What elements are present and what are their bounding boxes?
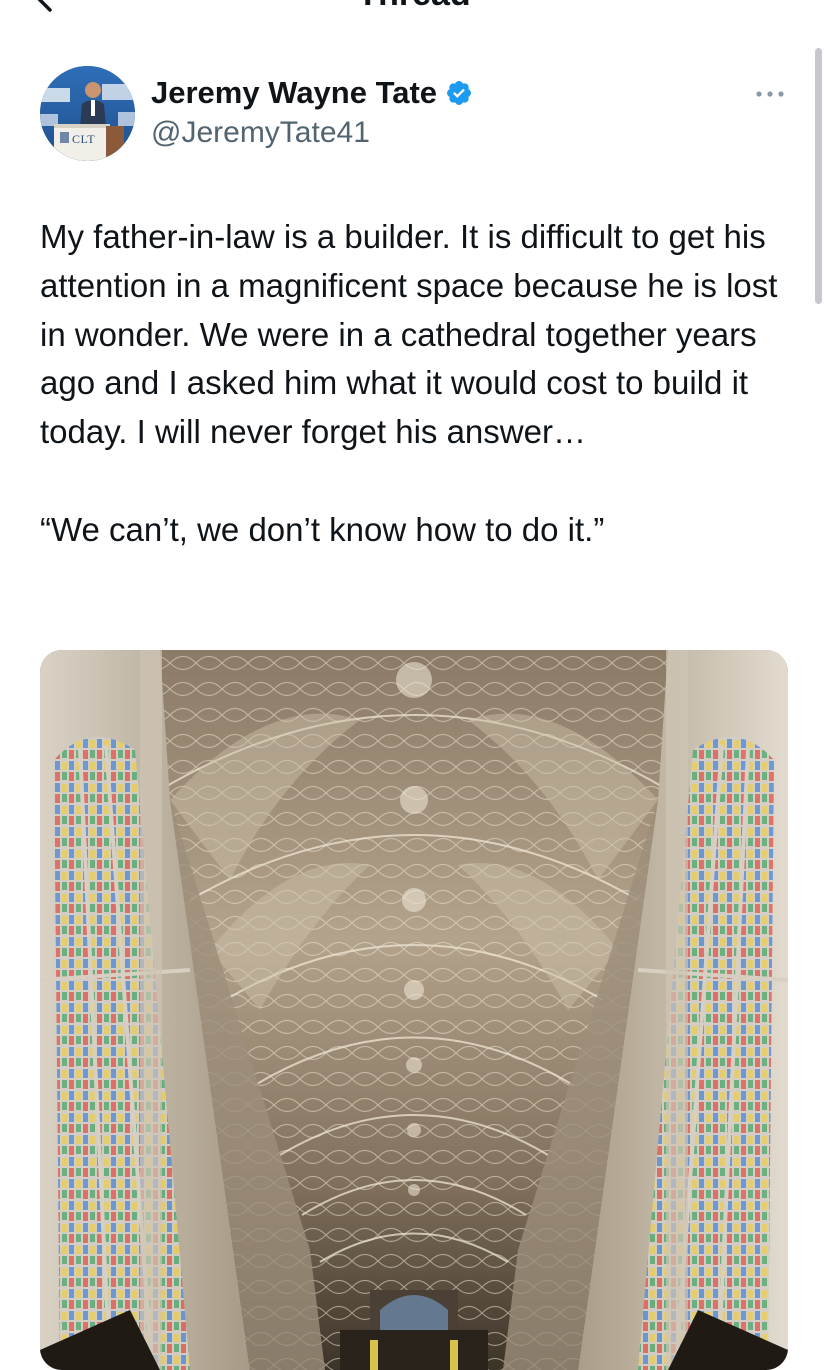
author-avatar[interactable]: CLT bbox=[40, 66, 135, 161]
author-handle[interactable]: @JeremyTate41 bbox=[151, 114, 370, 152]
tweet-text: My father-in-law is a builder. It is dif… bbox=[40, 213, 800, 555]
more-horizontal-icon[interactable] bbox=[752, 84, 788, 104]
scrollbar[interactable] bbox=[815, 48, 822, 304]
tweet-media-photo[interactable] bbox=[40, 650, 788, 1370]
tweet-paragraph: My father-in-law is a builder. It is dif… bbox=[40, 218, 778, 451]
tweet-paragraph-quote: “We can’t, we don’t know how to do it.” bbox=[40, 510, 605, 548]
avatar-sign-text: CLT bbox=[72, 132, 96, 146]
author-name[interactable]: Jeremy Wayne Tate bbox=[151, 74, 437, 112]
verified-badge-icon bbox=[447, 81, 471, 105]
author-name-row[interactable]: Jeremy Wayne Tate bbox=[151, 74, 473, 112]
cathedral-photo bbox=[40, 650, 788, 1370]
top-navigation-bar: Thread bbox=[0, 0, 828, 14]
page-title: Thread bbox=[0, 0, 828, 12]
